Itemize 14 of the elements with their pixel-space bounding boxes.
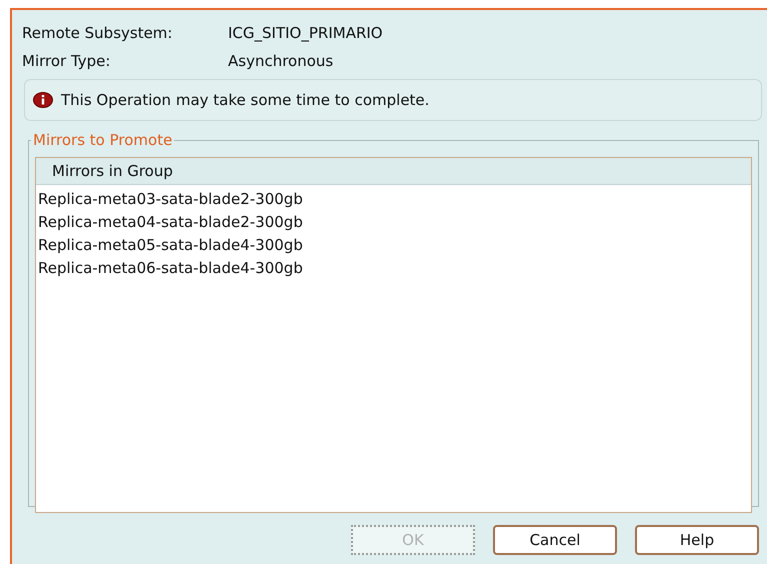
list-item[interactable]: Replica-meta03-sata-blade2-300gb [36,188,751,211]
list-item[interactable]: Replica-meta04-sata-blade2-300gb [36,211,751,234]
help-button[interactable]: Help [635,525,759,555]
field-value: ICG_SITIO_PRIMARIO [228,24,383,42]
field-value: Asynchronous [228,52,334,70]
column-header[interactable]: Mirrors in Group [36,158,751,185]
info-icon [33,92,53,108]
field-label: Mirror Type: [22,52,112,70]
group-title: Mirrors to Promote [32,131,174,149]
notice-text: This Operation may take some time to complete. [61,91,430,109]
cancel-button[interactable]: Cancel [493,525,617,555]
field-label: Remote Subsystem: [22,24,174,42]
list-item[interactable]: Replica-meta05-sata-blade4-300gb [36,234,751,257]
list-item[interactable]: Replica-meta06-sata-blade4-300gb [36,257,751,280]
